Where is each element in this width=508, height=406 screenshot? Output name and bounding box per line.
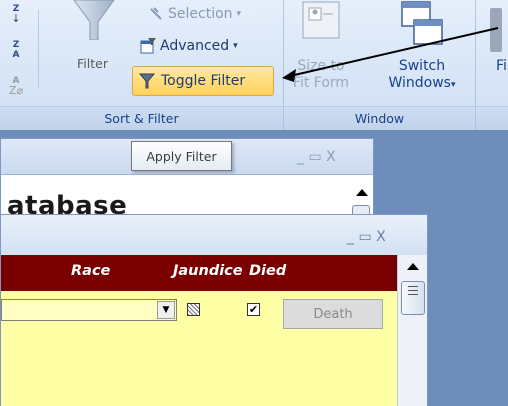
form-window-controls[interactable]: _ ▭ X xyxy=(347,229,386,245)
death-button[interactable]: Death xyxy=(283,299,383,329)
scroll-thumb[interactable] xyxy=(401,281,425,315)
form-window: _ ▭ X Race Jaundice Died ▼ ✔ Death xyxy=(0,214,428,406)
sort-ascending-icon[interactable]: Z ↓ xyxy=(6,4,26,26)
race-combo[interactable]: ▼ xyxy=(1,299,177,321)
filter-funnel-icon[interactable] xyxy=(72,0,116,40)
chevron-down-icon[interactable]: ▼ xyxy=(157,301,175,319)
switch-windows-label-2-wrap: Windows▾ xyxy=(382,75,462,94)
selection-button[interactable]: Selection ▾ xyxy=(148,6,241,22)
jaundice-checkbox[interactable] xyxy=(187,303,200,316)
switch-windows-icon xyxy=(401,1,443,45)
group-label-bar xyxy=(476,106,508,130)
clear-sort-icon[interactable]: A Z⌀ xyxy=(6,76,26,98)
toggle-filter-button[interactable]: Toggle Filter xyxy=(132,66,274,96)
switch-windows-button[interactable]: Switch Windows▾ xyxy=(382,0,462,94)
advanced-filter-icon xyxy=(140,38,156,54)
clipped-icon xyxy=(490,8,502,52)
advanced-button[interactable]: Advanced ▾ xyxy=(140,38,238,54)
size-to-fit-icon xyxy=(302,1,340,39)
divider xyxy=(38,10,39,88)
sort-filter-group: Z ↓ ZA A Z⌀ Filter Selection ▾ Advanced ▾ xyxy=(0,0,284,130)
died-header: Died xyxy=(249,263,287,279)
jaundice-header: Jaundice xyxy=(173,263,243,279)
toggle-filter-label: Toggle Filter xyxy=(161,73,246,89)
sort-filter-group-label: Sort & Filter xyxy=(104,111,179,126)
chevron-down-icon: ▾ xyxy=(450,80,456,90)
form-detail: ▼ ✔ Death xyxy=(1,291,397,406)
died-checkbox[interactable]: ✔ xyxy=(247,303,260,316)
race-header: Race xyxy=(71,263,111,279)
selection-icon xyxy=(150,7,162,20)
apply-filter-tooltip: Apply Filter xyxy=(131,141,232,171)
ribbon: Z ↓ ZA A Z⌀ Filter Selection ▾ Advanced ▾ xyxy=(0,0,508,130)
switch-windows-label-1: Switch xyxy=(398,58,446,74)
form-header: Race Jaundice Died xyxy=(1,255,397,291)
form-scrollbar[interactable] xyxy=(397,255,427,406)
toggle-filter-icon xyxy=(139,73,155,89)
sort-descending-icon[interactable]: ZA xyxy=(6,40,26,62)
size-to-fit-label-1: Size to xyxy=(297,58,345,74)
filter-button-label[interactable]: Filter xyxy=(77,56,108,71)
switch-windows-label-2: Windows xyxy=(388,75,451,91)
next-group: Fi xyxy=(476,0,508,130)
chevron-down-icon: ▾ xyxy=(236,9,242,19)
form-window-titlebar: _ ▭ X xyxy=(1,215,427,255)
chevron-down-icon: ▾ xyxy=(233,41,238,51)
sort-buttons: Z ↓ ZA A Z⌀ xyxy=(6,4,32,100)
clipped-label: Fi xyxy=(496,58,507,74)
advanced-label: Advanced xyxy=(160,38,230,54)
size-to-fit-label-2: Fit Form xyxy=(292,75,350,91)
window-group: Size to Fit Form Switch Windows▾ Window xyxy=(284,0,476,130)
size-to-fit-button[interactable]: Size to Fit Form xyxy=(292,0,350,92)
background-window-controls[interactable]: _ ▭ X xyxy=(297,149,336,165)
window-group-label: Window xyxy=(354,111,405,126)
scroll-up-icon[interactable] xyxy=(407,263,419,270)
selection-label: Selection xyxy=(168,6,233,22)
scroll-up-icon[interactable] xyxy=(356,189,368,196)
